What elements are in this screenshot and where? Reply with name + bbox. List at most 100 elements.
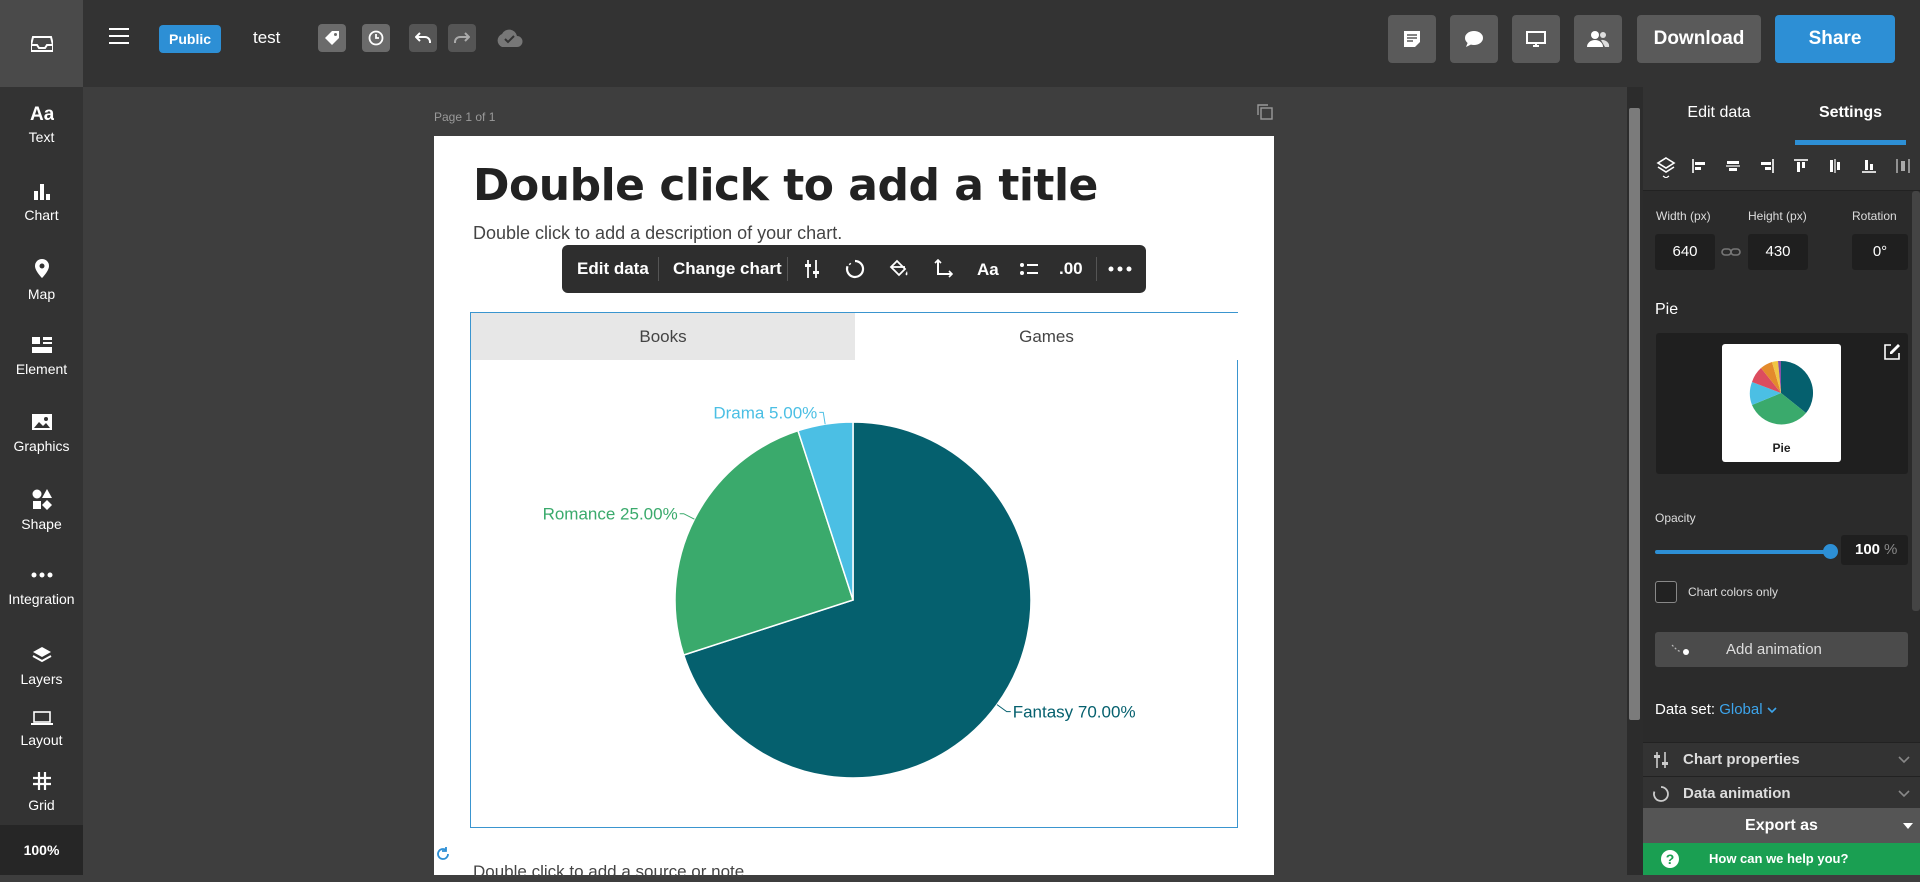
opacity-slider[interactable] [1655, 550, 1830, 554]
align-middle-button[interactable] [1827, 158, 1843, 174]
sidebar-item-shape[interactable]: Shape [0, 488, 83, 532]
width-input[interactable]: 640 [1655, 234, 1715, 270]
shapes-icon [32, 489, 52, 510]
export-as-button[interactable]: Export as [1643, 808, 1920, 843]
layout-icon [30, 711, 53, 725]
chart-type-thumbnail-label: Pie [1772, 441, 1791, 455]
lock-ratio-button[interactable] [1721, 245, 1741, 259]
align-center-button[interactable] [1725, 158, 1741, 174]
pie-chart[interactable]: Books Games Fantasy 70.00% Romance 25.00%… [470, 312, 1238, 828]
history-button[interactable] [362, 24, 390, 52]
chart-type-label: Pie [1655, 301, 1679, 318]
opacity-slider-handle[interactable] [1823, 544, 1838, 559]
pie-data-label: Romance 25.00% [543, 505, 678, 524]
canvas-scrollbar-thumb[interactable] [1629, 108, 1640, 720]
tab-settings[interactable]: Settings [1795, 87, 1906, 145]
share-button[interactable]: Share [1775, 15, 1895, 63]
page-title[interactable]: Double click to add a title [473, 160, 1098, 211]
distribute-button[interactable] [1895, 158, 1911, 174]
animation-button[interactable] [845, 245, 865, 293]
layer-order-button[interactable] [1656, 156, 1676, 178]
tab-edit-data[interactable]: Edit data [1643, 87, 1795, 145]
legend-button[interactable] [1019, 245, 1039, 293]
align-right-button[interactable] [1759, 158, 1775, 174]
undo-button[interactable] [409, 24, 437, 52]
home-logo-button[interactable] [0, 0, 83, 87]
align-top-button[interactable] [1793, 158, 1809, 174]
sidebar-item-element[interactable]: Element [0, 335, 83, 377]
add-animation-button[interactable]: Add animation [1655, 632, 1908, 667]
collaborators-button[interactable] [1574, 15, 1622, 63]
sidebar-item-label: Integration [8, 591, 75, 607]
pie-data-label: Fantasy 70.00% [1013, 703, 1136, 722]
sidebar-item-graphics[interactable]: Graphics [0, 412, 83, 454]
top-bar: Public test Download Share [0, 0, 1920, 87]
change-chart-button[interactable]: Change chart [673, 245, 782, 293]
link-icon [1721, 248, 1741, 256]
distribute-icon [1896, 159, 1910, 173]
comments-button[interactable] [1450, 15, 1498, 63]
source-note[interactable]: Double click to add a source or note [473, 862, 744, 882]
undo-icon [415, 32, 431, 43]
layers-icon [32, 647, 51, 663]
tab-games[interactable]: Games [855, 313, 1238, 360]
fill-color-button[interactable] [888, 245, 910, 293]
tag-icon [325, 31, 339, 45]
sidebar-item-layout[interactable]: Layout [0, 710, 83, 748]
layers-icon [1656, 157, 1676, 178]
redo-button[interactable] [448, 24, 476, 52]
help-button[interactable]: ? How can we help you? [1643, 843, 1920, 875]
more-dots-icon [1108, 266, 1132, 272]
present-button[interactable] [1512, 15, 1560, 63]
height-input[interactable]: 430 [1748, 234, 1808, 270]
sidebar-item-chart[interactable]: Chart [0, 181, 83, 223]
sidebar-item-text[interactable]: Aa Text [0, 103, 83, 145]
font-button[interactable]: Aa [976, 245, 1000, 293]
alignment-toolbar [1643, 145, 1920, 191]
toolbar-divider [658, 257, 659, 281]
align-bottom-button[interactable] [1861, 158, 1877, 174]
text-icon: Aa [30, 104, 54, 123]
rotation-input[interactable]: 0° [1852, 234, 1908, 270]
hamburger-menu-button[interactable] [108, 26, 134, 50]
notes-button[interactable] [1388, 15, 1436, 63]
document-name[interactable]: test [253, 28, 280, 48]
opacity-input[interactable]: 100% [1841, 535, 1908, 565]
opacity-value: 100 [1855, 541, 1881, 558]
number-format-button[interactable]: .00 [1059, 245, 1083, 293]
edit-chart-type-button[interactable] [1883, 343, 1901, 361]
sidebar-item-map[interactable]: Map [0, 258, 83, 302]
align-center-icon [1726, 161, 1740, 171]
tab-books[interactable]: Books [471, 313, 855, 360]
chart-type-thumbnail[interactable]: Pie [1722, 344, 1841, 462]
grid-icon [32, 772, 51, 790]
chart-properties-accordion[interactable]: Chart properties [1643, 742, 1920, 776]
pie-leader-line [996, 704, 1011, 713]
edit-data-button[interactable]: Edit data [577, 245, 649, 293]
chart-properties-button[interactable] [802, 245, 822, 293]
duplicate-page-button[interactable] [1257, 104, 1273, 120]
page-description[interactable]: Double click to add a description of you… [473, 223, 842, 244]
axes-button[interactable] [933, 245, 953, 293]
zoom-level[interactable]: 100% [0, 825, 83, 875]
pie-leader-line [819, 411, 826, 425]
add-animation-label: Add animation [1726, 641, 1822, 658]
more-options-button[interactable] [1108, 245, 1132, 293]
chart-colors-only-checkbox[interactable] [1655, 581, 1677, 603]
align-left-button[interactable] [1691, 158, 1707, 174]
tags-button[interactable] [318, 24, 346, 52]
data-animation-accordion[interactable]: Data animation [1643, 776, 1920, 810]
sidebar-item-grid[interactable]: Grid [0, 771, 83, 813]
align-bottom-icon [1862, 160, 1876, 173]
dataset-dropdown[interactable]: Global [1719, 701, 1777, 718]
panel-tabs: Edit data Settings [1643, 87, 1920, 145]
inbox-logo-icon [30, 35, 53, 52]
sidebar-item-integration[interactable]: Integration [0, 565, 83, 607]
sidebar-item-layers[interactable]: Layers [0, 645, 83, 687]
public-badge[interactable]: Public [159, 25, 222, 53]
download-button[interactable]: Download [1637, 15, 1761, 63]
panel-scrollbar[interactable] [1912, 191, 1920, 611]
sidebar-item-label: Layers [20, 671, 63, 687]
refresh-button[interactable] [435, 846, 451, 862]
page-label: Page 1 of 1 [434, 110, 496, 124]
